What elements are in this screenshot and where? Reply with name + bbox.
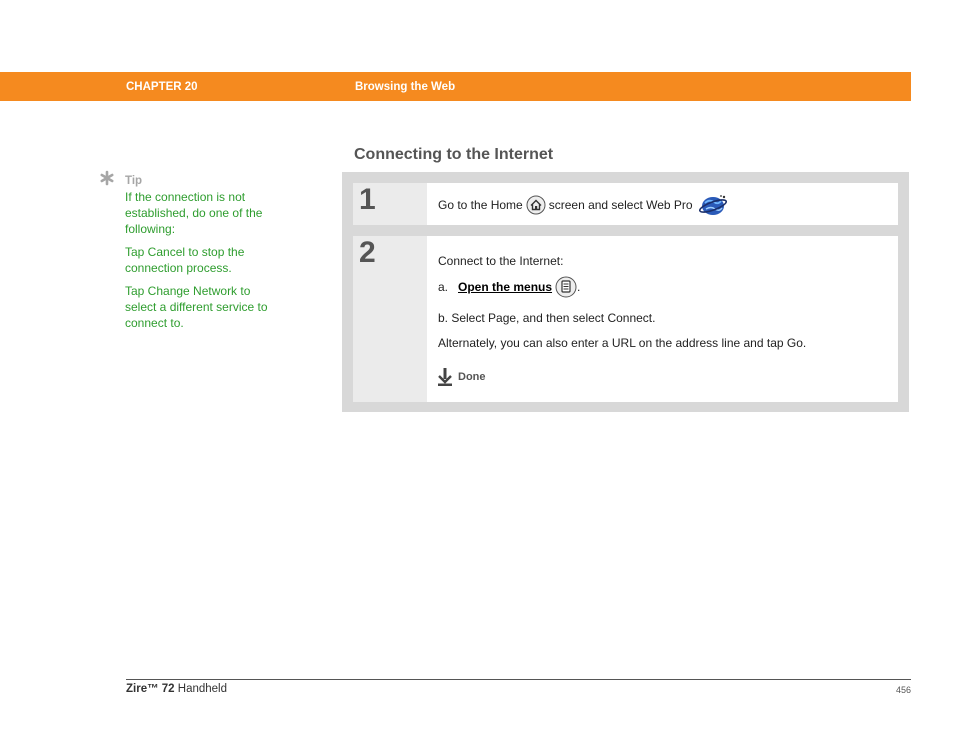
step-1-text-after: screen and select Web Pro	[548, 198, 693, 212]
sidebar-tip: Tip If the connection is not established…	[125, 173, 285, 338]
step-2-item-a: a. Open the menus .	[438, 276, 580, 298]
step-number: 1	[359, 183, 376, 216]
step-1-text-before: Go to the Home	[438, 198, 523, 212]
chapter-label: CHAPTER 20	[126, 81, 198, 93]
step-1: 1 Go to the Home screen and select Web P…	[353, 183, 898, 225]
item-a-prefix: a.	[438, 280, 449, 294]
tip-paragraph: Tap Cancel to stop the connection proces…	[125, 245, 245, 275]
web-pro-globe-icon	[698, 195, 727, 215]
asterisk-icon	[100, 170, 114, 186]
step-number: 2	[359, 236, 376, 269]
step-2-alternate: Alternately, you can also enter a URL on…	[438, 336, 807, 350]
open-menus-link[interactable]: Open the menus	[458, 280, 552, 294]
step-number-cell: 1	[353, 183, 427, 225]
done-marker: Done	[438, 368, 486, 386]
done-arrow-icon	[438, 368, 452, 386]
step-2-intro: Connect to the Internet:	[438, 254, 564, 268]
tip-paragraph: If the connection is not established, do…	[125, 190, 263, 236]
step-2-item-b: b. Select Page, and then select Connect.	[438, 311, 656, 325]
home-icon	[526, 195, 546, 215]
tip-label: Tip	[125, 175, 143, 187]
product-suffix: Handheld	[174, 683, 228, 695]
step-2: 2 Connect to the Internet: a. Open the m…	[353, 236, 898, 402]
page-title: Connecting to the Internet	[354, 146, 554, 163]
step-number-cell: 2	[353, 236, 427, 402]
chapter-header-bar: CHAPTER 20 Browsing the Web	[0, 72, 911, 101]
tip-paragraph: Tap Change Network to select a different…	[125, 284, 268, 330]
footer-product: Zire™ 72 Handheld	[126, 683, 227, 695]
product-name: Zire™ 72	[126, 683, 175, 695]
menu-icon	[555, 276, 577, 298]
page-number: 456	[895, 685, 911, 695]
steps-container: 1 Go to the Home screen and select Web P…	[342, 172, 909, 412]
footer-divider	[126, 679, 911, 680]
step-1-content: Go to the Home screen and select Web Pro	[438, 193, 890, 217]
item-a-suffix: .	[577, 280, 581, 294]
done-label: Done	[458, 371, 486, 383]
section-title: Browsing the Web	[355, 81, 456, 93]
